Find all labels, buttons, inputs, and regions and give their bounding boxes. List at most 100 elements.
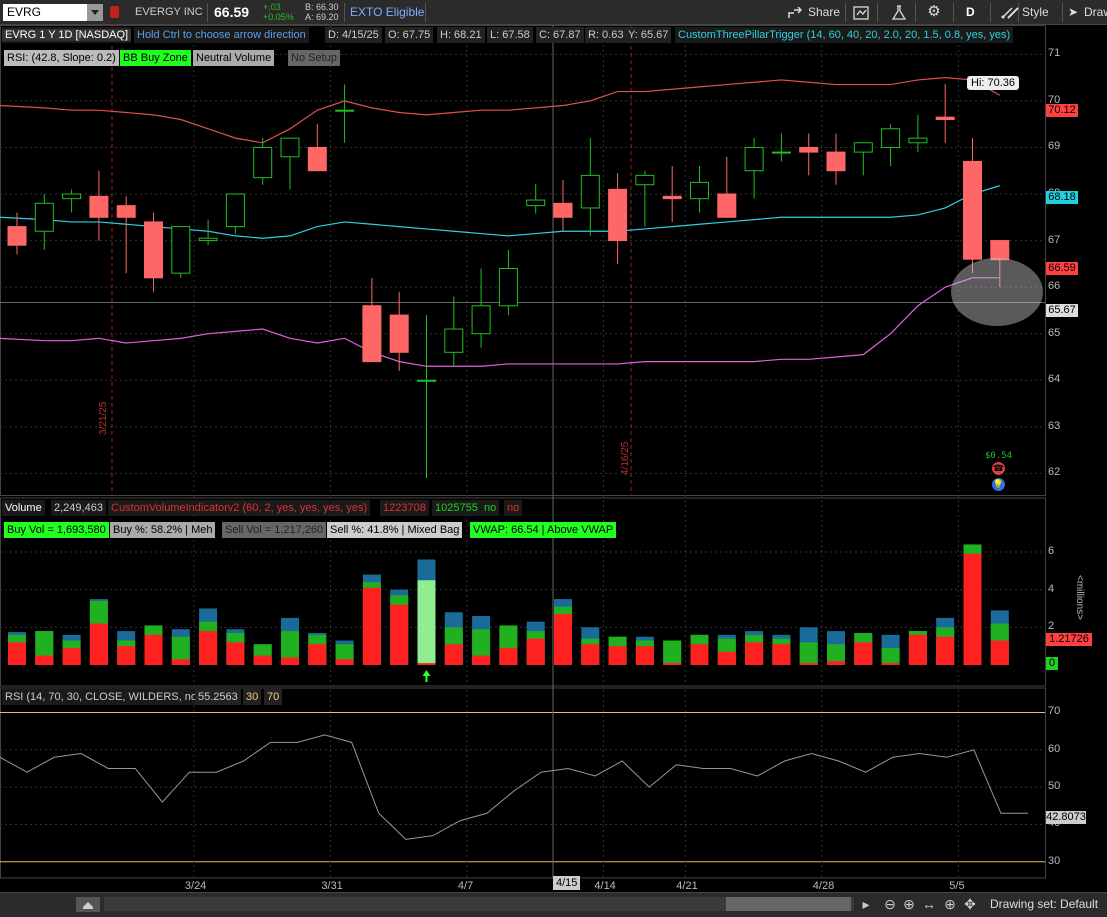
header-date: D: 4/15/25 (325, 27, 382, 43)
rsi-pane-border (0, 687, 1046, 879)
candle-body (771, 151, 791, 154)
rsi-study-label[interactable]: RSI (14, 70, 30, CLOSE, WILDERS, no) (2, 689, 204, 705)
scroll-right-icon[interactable]: ▸ (858, 896, 874, 912)
header-y: Y: 65.67 (625, 27, 672, 43)
last-price: 66.59 (214, 4, 250, 20)
studies-icon[interactable] (853, 6, 869, 20)
volume-bar-sell (117, 646, 136, 665)
sell-pct-pill: Sell %: 41.8% | Mixed Bag (327, 522, 463, 538)
volume-axis-label: 2 (1048, 620, 1055, 633)
date-axis-label: 4/28 (812, 880, 835, 892)
pan-icon[interactable]: ✥ (962, 896, 978, 912)
earnings-icon[interactable]: ☎ (992, 462, 1005, 475)
volume-bar-sell (281, 657, 299, 665)
volume-bar-sell (8, 642, 26, 665)
volume-bar-sell (362, 587, 381, 665)
date-axis-label: 5/5 (949, 880, 965, 892)
fit-width-icon[interactable]: ↔ (921, 896, 937, 912)
volume-bar-sell (35, 655, 54, 665)
last-price-tag: 66.59 (1046, 262, 1078, 275)
volume-bar-sell (936, 636, 955, 665)
timeframe-button[interactable]: D (966, 0, 975, 25)
volume-bar-sell (963, 553, 982, 665)
candle-body (853, 142, 873, 153)
candle-body (144, 221, 163, 279)
volume-unit: <millions> (1074, 575, 1085, 621)
drawings-button[interactable]: ➤ Draw (1068, 0, 1107, 25)
date-axis-label: 3/31 (321, 880, 343, 892)
symbol-dropdown-icon[interactable] (87, 4, 103, 21)
zoom-in-icon[interactable]: ⊕ (901, 896, 917, 912)
price-header: EVRG 1 Y 1D [NASDAQ] (2, 27, 132, 43)
zoom-out-icon[interactable]: ⊖ (882, 896, 898, 912)
volume-axis-label: 6 (1048, 544, 1055, 557)
rsi-value: 55.2563 (195, 689, 241, 705)
divider (1062, 3, 1063, 22)
divider (915, 3, 916, 22)
candle-body (717, 193, 737, 218)
buy-vol-pill: Buy Vol = 1,693,580 (4, 522, 109, 538)
volume-bar-sell (526, 638, 545, 665)
volume-bar-sell (253, 655, 272, 665)
candle-body (935, 116, 955, 120)
volume-study-value: 1025755 (432, 500, 481, 516)
candle-body (635, 174, 655, 186)
bb-buy-zone-pill: BB Buy Zone (120, 50, 191, 66)
style-label: Style (1022, 5, 1049, 19)
price-axis-label: 71 (1048, 47, 1061, 60)
divider (990, 3, 991, 22)
divider (207, 3, 208, 22)
volume-bar-sell (226, 642, 245, 665)
volume-bar-sell (499, 648, 518, 665)
drawing-set-label[interactable]: Drawing set: Default (990, 893, 1098, 915)
bb-upper-line (0, 76, 1001, 144)
volume-study-value: 1223708 (380, 500, 429, 516)
pct-change: +0.05% (263, 12, 294, 22)
exto-eligible: EXTO Eligible (350, 5, 425, 19)
lightbulb-icon[interactable]: 💡 (992, 478, 1005, 491)
volume-bar-highlight (417, 580, 436, 665)
volume-bar-sell (772, 644, 791, 665)
drawings-label: Draw (1084, 5, 1107, 19)
ask-price: A: 69.20 (305, 12, 339, 22)
divider (953, 3, 954, 22)
hint-text: Hold Ctrl to choose arrow direction (134, 27, 309, 43)
share-button[interactable]: Share (779, 0, 845, 25)
volume-value: 2,249,463 (51, 500, 106, 516)
candle-body (498, 268, 518, 307)
chart-canvas[interactable] (0, 25, 1107, 892)
rsi-oversold: 30 (243, 689, 262, 705)
study-label[interactable]: CustomThreePillarTrigger (14, 60, 40, 20… (675, 27, 1014, 43)
volume-bar-sell (690, 644, 709, 665)
date-marker-label: 3/21/25 (98, 401, 109, 435)
chart-title: EVRG 1 Y 1D [NASDAQ] (2, 29, 132, 41)
company-name: EVERGY INC (135, 6, 203, 18)
candle-body (471, 305, 491, 335)
collapse-button[interactable] (76, 897, 100, 912)
volume-bar-sell (990, 640, 1009, 665)
top-toolbar: EVRG EVERGY INC 66.59 +.03 +0.05% B: 66.… (0, 0, 1107, 25)
high-marker: Hi: 70.36 (967, 76, 1020, 90)
price-axis-label: 66 (1048, 280, 1061, 293)
style-button[interactable]: Style (1000, 0, 1058, 25)
flask-icon[interactable] (892, 5, 906, 20)
header-open: O: 67.75 (385, 27, 434, 43)
highlight-ellipse (951, 258, 1043, 326)
candle-body (307, 146, 327, 172)
rsi-axis-label: 60 (1048, 742, 1061, 755)
candle-body (990, 240, 1010, 261)
horizontal-scrollbar[interactable] (104, 897, 854, 911)
symbol-input[interactable]: EVRG (3, 4, 103, 21)
net-change: +.03 (263, 2, 281, 12)
volume-label: Volume (2, 500, 45, 516)
bid-price: B: 66.30 (305, 2, 339, 12)
scrollbar-thumb[interactable] (726, 897, 851, 911)
link-icon[interactable] (110, 6, 119, 18)
gear-icon[interactable]: ⚙ (926, 4, 942, 20)
volume-study-label[interactable]: CustomVolumeIndicatorv2 (60, 2, yes, yes… (108, 500, 371, 516)
candle-body (826, 151, 846, 172)
candle-body (799, 146, 819, 153)
crosshair-icon[interactable]: ⊕ (942, 896, 958, 912)
volume-bar-sell (62, 648, 81, 665)
volume-bar-sell (799, 663, 818, 665)
